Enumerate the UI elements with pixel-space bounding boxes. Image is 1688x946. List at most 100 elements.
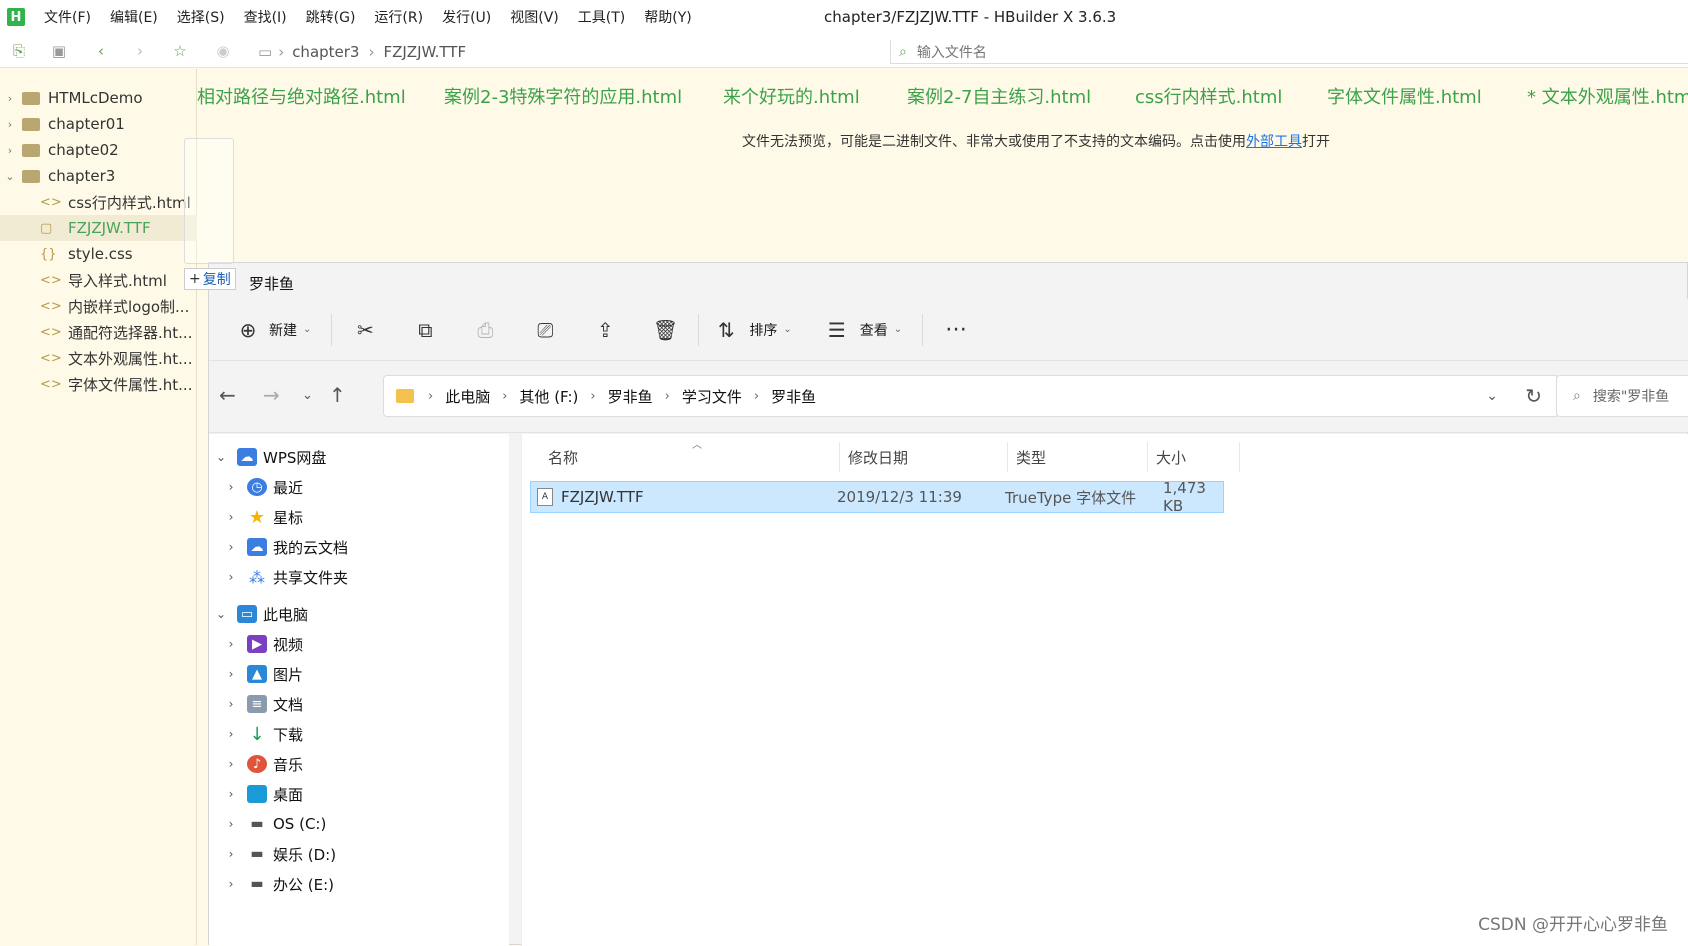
chevron-right-icon[interactable]: › xyxy=(219,757,243,771)
nav-shared-folder[interactable]: › ⁂ 共享文件夹 xyxy=(209,562,509,592)
nav-drive-c[interactable]: › ▬ OS (C:) xyxy=(209,809,509,839)
new-file-icon[interactable]: ⎘ xyxy=(9,41,29,61)
chevron-right-icon[interactable]: › xyxy=(219,570,243,584)
address-luofeiyu[interactable]: 罗非鱼 xyxy=(608,386,653,407)
tab-font-file[interactable]: 字体文件属性.html xyxy=(1327,83,1482,109)
back-arrow-icon[interactable]: ← xyxy=(219,383,236,407)
nav-recent[interactable]: › ◷ 最近 xyxy=(209,472,509,502)
tree-file-import-style[interactable]: <>导入样式.html xyxy=(0,267,197,293)
refresh-icon[interactable]: ↻ xyxy=(1525,384,1542,408)
more-button[interactable]: ⋯ xyxy=(941,310,971,350)
tree-folder-chapter3[interactable]: ⌄chapter3 xyxy=(0,163,197,189)
chevron-right-icon[interactable]: › xyxy=(0,92,20,105)
chevron-right-icon[interactable]: › xyxy=(219,480,243,494)
chevron-right-icon[interactable]: › xyxy=(219,697,243,711)
rename-button[interactable]: ⎚ xyxy=(530,310,560,350)
chevron-right-icon[interactable]: › xyxy=(219,540,243,554)
chevron-right-icon[interactable]: › xyxy=(219,510,243,524)
chevron-right-icon[interactable]: › xyxy=(0,144,20,157)
up-arrow-icon[interactable]: ↑ xyxy=(329,383,346,407)
tree-file-style-css[interactable]: {}style.css xyxy=(0,241,197,267)
external-tool-link[interactable]: 外部工具 xyxy=(1246,134,1302,150)
file-search-input[interactable] xyxy=(917,44,1317,60)
tree-folder-chapte02[interactable]: ›chapte02 xyxy=(0,137,197,163)
menu-goto[interactable]: 跳转(G) xyxy=(306,7,356,27)
address-study-files[interactable]: 学习文件 xyxy=(682,386,742,407)
copy-button[interactable]: ⧉ xyxy=(410,310,440,350)
tab-special-chars[interactable]: 案例2-3特殊字符的应用.html xyxy=(444,83,682,109)
menu-tools[interactable]: 工具(T) xyxy=(578,7,625,27)
column-size[interactable]: 大小 xyxy=(1148,442,1240,472)
chevron-right-icon[interactable]: › xyxy=(219,727,243,741)
menu-find[interactable]: 查找(I) xyxy=(244,7,287,27)
file-row[interactable]: A FZJZJW.TTF 2019/12/3 11:39 TrueType 字体… xyxy=(530,481,1224,513)
chevron-right-icon[interactable]: › xyxy=(219,877,243,891)
chevron-right-icon[interactable]: › xyxy=(219,637,243,651)
nav-downloads[interactable]: › ↓ 下载 xyxy=(209,719,509,749)
nav-music[interactable]: › ♪ 音乐 xyxy=(209,749,509,779)
tree-file-font-file[interactable]: <>字体文件属性.ht... xyxy=(0,371,197,397)
chevron-right-icon[interactable]: › xyxy=(219,667,243,681)
explorer-search-box[interactable]: ⌕ 搜索"罗非鱼 xyxy=(1556,375,1688,417)
chevron-right-icon[interactable]: › xyxy=(219,817,243,831)
tab-fun[interactable]: 来个好玩的.html xyxy=(723,83,860,109)
menu-run[interactable]: 运行(R) xyxy=(374,7,423,27)
address-this-pc[interactable]: 此电脑 xyxy=(445,386,490,407)
breadcrumb-file[interactable]: FZJZJW.TTF xyxy=(383,43,466,61)
tab-text-appearance[interactable]: * 文本外观属性.html xyxy=(1527,83,1688,109)
chevron-down-icon[interactable]: ⌄ xyxy=(209,450,233,464)
tree-folder-htmlcdemo[interactable]: ›HTMLcDemo xyxy=(0,85,197,111)
nav-drive-e[interactable]: › ▬ 办公 (E:) xyxy=(209,869,509,899)
nav-drive-d[interactable]: › ▬ 娱乐 (D:) xyxy=(209,839,509,869)
chevron-right-icon[interactable]: › xyxy=(219,847,243,861)
tab-relative-path[interactable]: 相对路径与绝对路径.html xyxy=(197,83,406,109)
chevron-down-icon[interactable]: ⌄ xyxy=(0,170,20,183)
new-button[interactable]: ⊕ 新建 ⌄ xyxy=(233,310,311,350)
sort-button[interactable]: ⇅ 排序 ⌄ xyxy=(711,310,791,350)
menu-publish[interactable]: 发行(U) xyxy=(442,7,491,27)
star-icon[interactable]: ☆ xyxy=(170,41,190,61)
chevron-down-icon[interactable]: ⌄ xyxy=(209,607,233,621)
forward-icon[interactable]: › xyxy=(130,41,150,61)
back-icon[interactable]: ‹ xyxy=(91,41,111,61)
tree-file-wildcard-selector[interactable]: <>通配符选择器.ht... xyxy=(0,319,197,345)
tree-file-embedded-logo[interactable]: <>内嵌样式logo制... xyxy=(0,293,197,319)
recent-locations-icon[interactable]: ⌄ xyxy=(302,388,313,403)
view-button[interactable]: ☰ 查看 ⌄ xyxy=(822,310,902,350)
nav-this-pc[interactable]: ⌄ ▭ 此电脑 xyxy=(209,599,509,629)
delete-button[interactable]: 🗑 xyxy=(650,310,680,350)
tree-folder-chapter01[interactable]: ›chapter01 xyxy=(0,111,197,137)
column-type[interactable]: 类型 xyxy=(1008,442,1148,472)
chevron-down-icon[interactable]: ⌄ xyxy=(1486,388,1498,404)
chevron-right-icon[interactable]: › xyxy=(0,118,20,131)
nav-videos[interactable]: › ▶ 视频 xyxy=(209,629,509,659)
tab-practice[interactable]: 案例2-7自主练习.html xyxy=(907,83,1091,109)
nav-my-cloud-docs[interactable]: › ☁ 我的云文档 xyxy=(209,532,509,562)
nav-documents[interactable]: › ≡ 文档 xyxy=(209,689,509,719)
tree-file-css-inline[interactable]: <>css行内样式.html xyxy=(0,189,197,215)
tab-css-inline[interactable]: css行内样式.html xyxy=(1135,83,1282,109)
tree-file-text-appearance[interactable]: <>文本外观属性.ht... xyxy=(0,345,197,371)
share-button[interactable]: ⇪ xyxy=(590,310,620,350)
chevron-right-icon[interactable]: › xyxy=(219,787,243,801)
menu-view[interactable]: 视图(V) xyxy=(510,7,559,27)
save-icon[interactable]: ▣ xyxy=(49,41,69,61)
nav-pictures[interactable]: › ▲ 图片 xyxy=(209,659,509,689)
nav-desktop[interactable]: › 桌面 xyxy=(209,779,509,809)
nav-starred[interactable]: › ★ 星标 xyxy=(209,502,509,532)
menu-edit[interactable]: 编辑(E) xyxy=(110,7,158,27)
tree-file-fzjzjw[interactable]: ▢FZJZJW.TTF xyxy=(0,215,197,241)
address-bar[interactable]: › 此电脑 › 其他 (F:) › 罗非鱼 › 学习文件 › 罗非鱼 ⌄ ↻ xyxy=(383,375,1559,417)
column-name[interactable]: 名称 xyxy=(540,442,840,472)
menu-file[interactable]: 文件(F) xyxy=(44,7,91,27)
nav-wps-cloud[interactable]: ⌄ ☁ WPS网盘 xyxy=(209,442,509,472)
run-icon[interactable]: ◉ xyxy=(213,41,233,61)
address-current-folder[interactable]: 罗非鱼 xyxy=(771,386,816,407)
breadcrumb-chapter3[interactable]: chapter3 xyxy=(292,43,359,61)
forward-arrow-icon[interactable]: → xyxy=(263,383,280,407)
cut-button[interactable]: ✂ xyxy=(350,310,380,350)
menu-help[interactable]: 帮助(Y) xyxy=(644,7,691,27)
menu-select[interactable]: 选择(S) xyxy=(177,7,225,27)
paste-button[interactable]: ⎙ xyxy=(470,310,500,350)
address-drive-f[interactable]: 其他 (F:) xyxy=(519,386,578,407)
